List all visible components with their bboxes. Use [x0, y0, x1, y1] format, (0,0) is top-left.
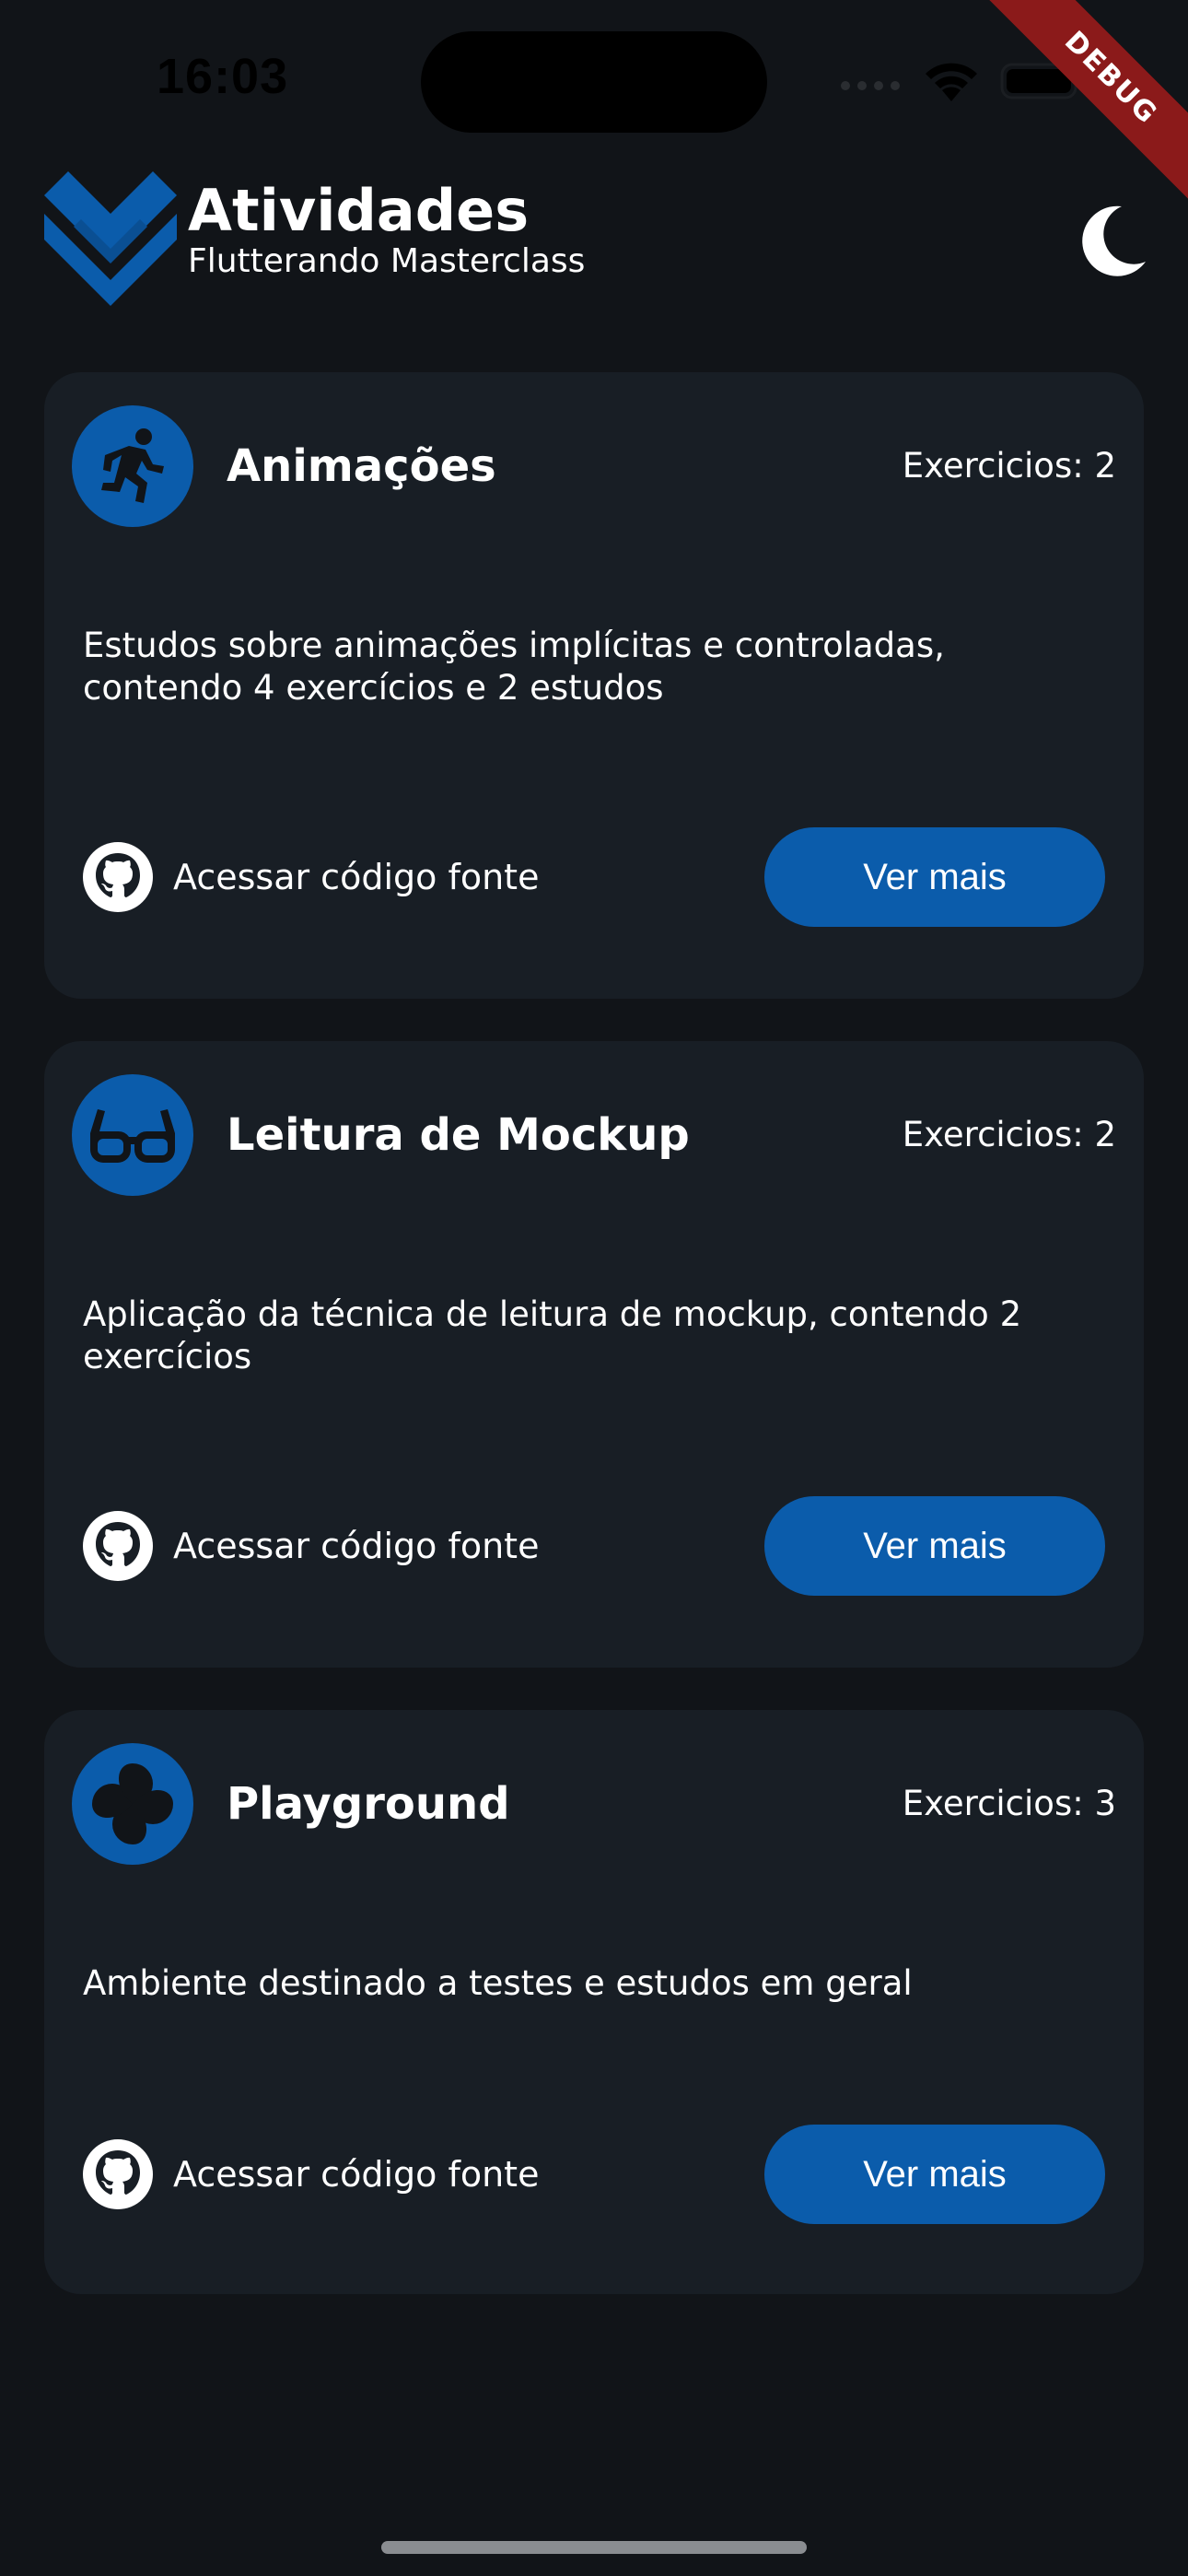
- card-icon-container: [72, 1074, 193, 1196]
- card-icon-container: [72, 405, 193, 527]
- app-screen: 16:03 DEBUG Atividades Flutterando Maste…: [0, 0, 1188, 2576]
- ver-mais-button[interactable]: Ver mais: [764, 827, 1105, 927]
- debug-banner: DEBUG: [972, 0, 1188, 217]
- activity-card-animacoes: Animações Exercicios: 2 Estudos sobre an…: [44, 372, 1144, 999]
- card-title: Animações: [227, 440, 496, 492]
- page-subtitle: Flutterando Masterclass: [188, 242, 586, 280]
- github-link-label: Acessar código fonte: [173, 2154, 540, 2195]
- github-source-link[interactable]: Acessar código fonte: [83, 1511, 539, 1581]
- ver-mais-button[interactable]: Ver mais: [764, 1496, 1105, 1596]
- card-description: Aplicação da técnica de leitura de mocku…: [83, 1294, 1022, 1376]
- card-title: Playground: [227, 1778, 510, 1830]
- running-person-icon: [101, 428, 164, 503]
- card-exercise-count: Exercicios: 2: [902, 446, 1116, 486]
- github-link-label: Acessar código fonte: [173, 1526, 540, 1566]
- status-time: 16:03: [157, 49, 289, 104]
- card-title: Leitura de Mockup: [227, 1109, 690, 1161]
- card-icon-container: [72, 1743, 193, 1865]
- card-description: Ambiente destinado a testes e estudos em…: [83, 1963, 913, 2003]
- page-title: Atividades: [188, 177, 530, 244]
- github-link-label: Acessar código fonte: [173, 857, 540, 897]
- github-icon: [83, 842, 153, 912]
- eyeglasses-icon: [90, 1109, 175, 1163]
- github-source-link[interactable]: Acessar código fonte: [83, 842, 539, 912]
- github-source-link[interactable]: Acessar código fonte: [83, 2139, 539, 2209]
- dynamic-island: [421, 31, 767, 133]
- card-description: Estudos sobre animações implícitas e con…: [83, 626, 945, 708]
- github-icon: [83, 2139, 153, 2209]
- activity-card-leitura-de-mockup: Leitura de Mockup Exercicios: 2 Aplicaçã…: [44, 1041, 1144, 1668]
- activity-card-playground: Playground Exercicios: 3 Ambiente destin…: [44, 1710, 1144, 2294]
- ver-mais-button[interactable]: Ver mais: [764, 2125, 1105, 2224]
- home-indicator[interactable]: [381, 2541, 807, 2554]
- cellular-signal-icon: [841, 81, 900, 90]
- github-icon: [83, 1511, 153, 1581]
- moon-icon[interactable]: [1079, 205, 1147, 276]
- wifi-icon: [926, 63, 977, 101]
- pinwheel-icon: [92, 1763, 173, 1844]
- card-exercise-count: Exercicios: 2: [902, 1115, 1116, 1154]
- card-exercise-count: Exercicios: 3: [902, 1784, 1116, 1823]
- flutterando-logo-icon: [44, 171, 177, 306]
